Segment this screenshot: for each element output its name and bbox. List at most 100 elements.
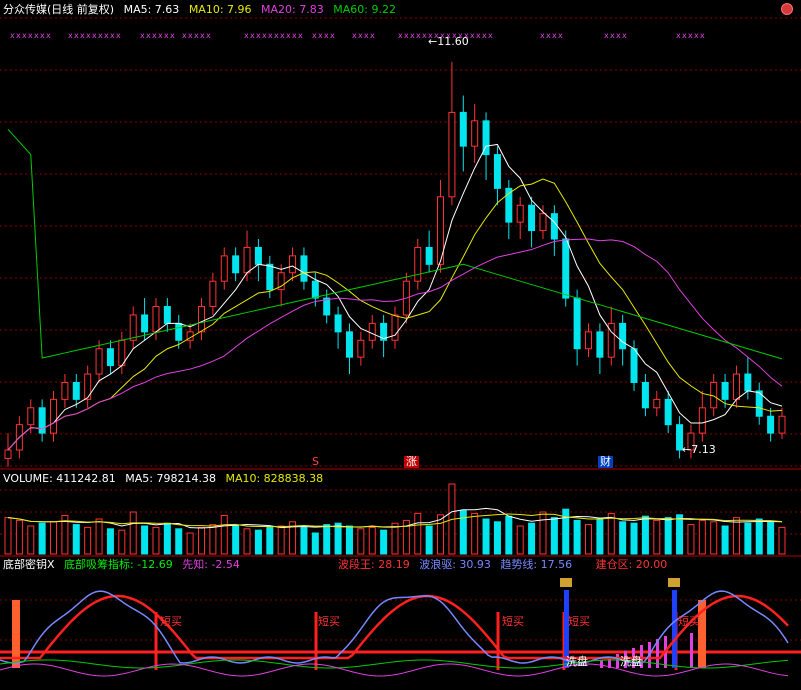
volume-bar xyxy=(300,526,308,555)
stock-chart-canvas[interactable]: xxxxxxxxxxxxxxxxxxxxxxxxxxxxxxxxxxxxxxxx… xyxy=(0,0,801,690)
top-marker: x xyxy=(330,31,335,40)
top-marker: x xyxy=(182,31,187,40)
top-marker: x xyxy=(546,31,551,40)
top-marker: x xyxy=(604,31,609,40)
top-marker: x xyxy=(700,31,705,40)
top-marker: x xyxy=(188,31,193,40)
volume-bar xyxy=(118,529,126,555)
candle xyxy=(448,111,456,198)
buy-signal-label-4: 短买 xyxy=(568,615,590,628)
top-marker: x xyxy=(416,31,421,40)
top-marker: x xyxy=(616,31,621,40)
top-marker: x xyxy=(482,31,487,40)
candle xyxy=(266,263,274,291)
volume-bar xyxy=(493,521,501,555)
top-marker: x xyxy=(312,31,317,40)
candle xyxy=(198,306,205,333)
volume-bar xyxy=(4,517,12,555)
candle xyxy=(425,246,433,265)
top-marker: x xyxy=(194,31,199,40)
xianzhi-bar xyxy=(600,660,603,668)
volume-bar xyxy=(95,518,103,555)
volume-bar xyxy=(323,524,331,555)
buy-signal-label-1: 短买 xyxy=(160,615,182,628)
event-s-marker[interactable]: S xyxy=(312,456,319,468)
candle xyxy=(50,398,58,434)
top-marker: x xyxy=(28,31,33,40)
candle xyxy=(778,415,786,434)
buy-signal-label-2: 短买 xyxy=(318,615,340,628)
xianzhi-bar xyxy=(616,654,619,668)
top-marker: x xyxy=(164,31,169,40)
candle xyxy=(323,297,331,316)
volume-bar xyxy=(562,508,570,555)
top-marker: x xyxy=(476,31,481,40)
volume-bar xyxy=(653,519,661,555)
volume-bar xyxy=(550,517,558,555)
top-marker: x xyxy=(610,31,615,40)
top-marker: x xyxy=(488,31,493,40)
candle xyxy=(289,255,297,274)
top-marker: x xyxy=(676,31,681,40)
dibu-xichou-line xyxy=(0,659,789,669)
top-marker: x xyxy=(146,31,151,40)
top-marker: x xyxy=(152,31,157,40)
top-marker: x xyxy=(280,31,285,40)
top-marker: x xyxy=(558,31,563,40)
top-marker: x xyxy=(694,31,699,40)
candle xyxy=(721,381,729,400)
top-marker: x xyxy=(40,31,45,40)
candle xyxy=(368,322,376,341)
candle xyxy=(300,255,308,282)
candle xyxy=(106,348,114,367)
top-marker: x xyxy=(104,31,109,40)
candle xyxy=(141,314,149,333)
volume-bar xyxy=(744,522,752,555)
top-marker: x xyxy=(292,31,297,40)
volume-bar xyxy=(539,511,547,555)
candle xyxy=(311,280,319,299)
boduan-wang-line xyxy=(0,594,789,660)
top-marker: x xyxy=(22,31,27,40)
signal-flag xyxy=(560,578,572,587)
volume-bar xyxy=(232,525,240,555)
candle xyxy=(550,213,558,240)
top-marker: x xyxy=(158,31,163,40)
candle xyxy=(345,331,353,358)
volume-bar xyxy=(676,514,684,555)
top-marker: x xyxy=(116,31,121,40)
candle xyxy=(254,246,262,265)
volume-bar xyxy=(141,525,149,555)
volume-bar xyxy=(27,525,35,555)
indicator-header: 底部密钥X 底部吸筹指标: -12.69 先知: -2.54 xyxy=(3,558,246,572)
candle xyxy=(516,204,524,223)
event-zhang-marker[interactable]: 涨 xyxy=(404,456,419,468)
volume-bar xyxy=(311,532,319,555)
candle xyxy=(732,373,740,400)
top-marker: x xyxy=(404,31,409,40)
top-marker: x xyxy=(364,31,369,40)
xianzhi-readout: 先知: -2.54 xyxy=(182,558,240,571)
dibu-readout: 底部吸筹指标: -12.69 xyxy=(64,558,173,571)
top-marker: x xyxy=(86,31,91,40)
volume-bar xyxy=(277,525,285,555)
top-marker: x xyxy=(200,31,205,40)
signal-bar xyxy=(672,590,677,668)
candle xyxy=(163,306,171,324)
candle xyxy=(573,297,581,350)
volume-bar xyxy=(15,519,23,555)
top-marker: x xyxy=(422,31,427,40)
high-price-label: ←11.60 xyxy=(428,35,469,48)
top-marker: x xyxy=(318,31,323,40)
volume-bar xyxy=(710,521,718,555)
top-marker: x xyxy=(274,31,279,40)
top-marker: x xyxy=(622,31,627,40)
candle xyxy=(357,339,365,358)
top-marker: x xyxy=(352,31,357,40)
signal-flag xyxy=(668,578,680,587)
event-cai-marker[interactable]: 财 xyxy=(598,456,613,468)
candle xyxy=(698,407,706,434)
volume-bar xyxy=(664,517,672,555)
jiancang-readout: 建仓区: 20.00 xyxy=(595,558,668,571)
volume-header: VOLUME: 411242.81 MA5: 798214.38 MA10: 8… xyxy=(3,472,329,486)
